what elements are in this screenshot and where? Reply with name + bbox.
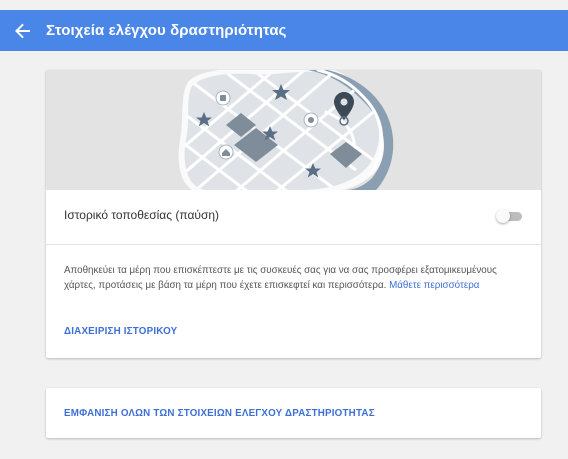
arrow-left-icon: [15, 23, 30, 38]
show-all-activity-controls-link[interactable]: ΕΜΦΑΝΙΣΗ ΟΛΩΝ ΤΩΝ ΣΤΟΙΧΕΙΩΝ ΕΛΕΓΧΟΥ ΔΡΑΣ…: [64, 408, 375, 419]
toggle-knob: [496, 209, 510, 223]
manage-history-button[interactable]: ΔΙΑΧΕΙΡΙΣΗ ΙΣΤΟΡΙΚΟΥ: [64, 326, 177, 337]
location-history-label: Ιστορικό τοποθεσίας (παύση): [64, 208, 220, 222]
map-illustration: [46, 70, 541, 190]
location-history-toggle[interactable]: [496, 209, 524, 223]
all-activity-controls-card: ΕΜΦΑΝΙΣΗ ΟΛΩΝ ΤΩΝ ΣΤΟΙΧΕΙΩΝ ΕΛΕΓΧΟΥ ΔΡΑΣ…: [46, 388, 541, 438]
learn-more-link[interactable]: Μάθετε περισσότερα: [389, 280, 479, 291]
location-history-card: Ιστορικό τοποθεσίας (παύση) Αποθηκεύει τ…: [46, 70, 541, 358]
back-button[interactable]: [12, 20, 34, 42]
app-bar: Στοιχεία ελέγχου δραστηριότητας: [0, 10, 568, 51]
location-history-row[interactable]: Ιστορικό τοποθεσίας (παύση): [46, 190, 541, 245]
location-history-description: Αποθηκεύει τα μέρη που επισκέπτεστε με τ…: [64, 263, 524, 293]
page-title: Στοιχεία ελέγχου δραστηριότητας: [46, 22, 287, 39]
